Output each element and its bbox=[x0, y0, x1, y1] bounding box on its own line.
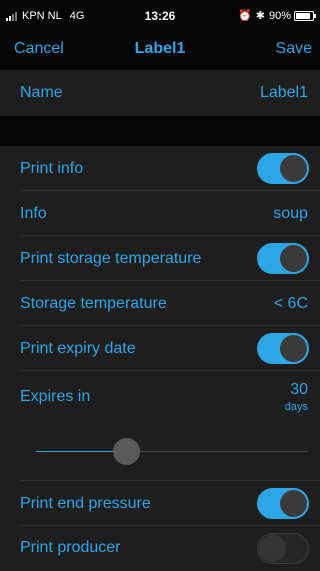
print-info-label: Print info bbox=[20, 160, 84, 177]
print-producer-toggle[interactable] bbox=[257, 533, 309, 564]
storage-temperature-value: < 6C bbox=[273, 295, 308, 312]
expires-in-unit: days bbox=[284, 401, 308, 413]
page-title: Label1 bbox=[134, 40, 186, 57]
print-storage-temperature-toggle[interactable] bbox=[257, 243, 309, 274]
print-producer-label: Print producer bbox=[20, 539, 121, 556]
toggle-knob bbox=[280, 155, 307, 182]
section-spacer bbox=[0, 116, 320, 146]
name-row[interactable]: Name Label1 bbox=[0, 70, 320, 116]
print-end-pressure-row: Print end pressure bbox=[0, 481, 320, 526]
print-end-pressure-label: Print end pressure bbox=[20, 495, 151, 512]
save-button[interactable]: Save bbox=[276, 40, 312, 58]
alarm-icon: ⏰ bbox=[238, 10, 252, 22]
print-end-pressure-toggle[interactable] bbox=[257, 488, 309, 519]
toggle-knob bbox=[280, 490, 307, 517]
expires-in-row: Expires in 30 days bbox=[0, 371, 320, 481]
expires-in-slider-thumb[interactable] bbox=[113, 438, 140, 465]
info-row[interactable]: Info soup bbox=[0, 191, 320, 236]
nav-bar: Cancel Label1 Save bbox=[0, 28, 320, 70]
battery-icon bbox=[294, 10, 316, 21]
status-bar: KPN NL 4G 13:26 ⏰ ✱ 90% bbox=[0, 0, 320, 28]
expires-in-value: 30 days bbox=[285, 381, 308, 413]
print-storage-temperature-row: Print storage temperature bbox=[0, 236, 320, 281]
name-value: Label1 bbox=[259, 84, 308, 101]
print-expiry-date-row: Print expiry date bbox=[0, 326, 320, 371]
toggle-knob bbox=[280, 245, 307, 272]
expires-in-label: Expires in bbox=[20, 388, 91, 405]
name-label: Name bbox=[20, 84, 63, 101]
toggle-knob bbox=[259, 535, 286, 562]
bluetooth-icon: ✱ bbox=[255, 10, 265, 22]
print-expiry-date-label: Print expiry date bbox=[20, 340, 136, 357]
screen: KPN NL 4G 13:26 ⏰ ✱ 90% Cancel Label1 Sa… bbox=[0, 0, 320, 571]
battery-fill bbox=[296, 12, 310, 19]
slider-track[interactable] bbox=[136, 451, 308, 452]
print-expiry-date-toggle[interactable] bbox=[257, 333, 309, 364]
print-info-toggle[interactable] bbox=[257, 153, 309, 184]
expires-in-number: 30 bbox=[290, 381, 308, 398]
print-storage-temperature-label: Print storage temperature bbox=[20, 250, 202, 267]
battery-percent: 90% bbox=[268, 9, 291, 22]
slider-track-filled bbox=[36, 451, 116, 452]
info-value: soup bbox=[273, 205, 308, 222]
status-right: ⏰ ✱ 90% bbox=[238, 9, 316, 22]
info-label: Info bbox=[20, 205, 47, 222]
toggle-knob bbox=[280, 335, 307, 362]
print-info-row: Print info bbox=[0, 146, 320, 191]
print-producer-row: Print producer bbox=[0, 526, 320, 571]
storage-temperature-label: Storage temperature bbox=[20, 295, 167, 312]
storage-temperature-row[interactable]: Storage temperature < 6C bbox=[0, 281, 320, 326]
